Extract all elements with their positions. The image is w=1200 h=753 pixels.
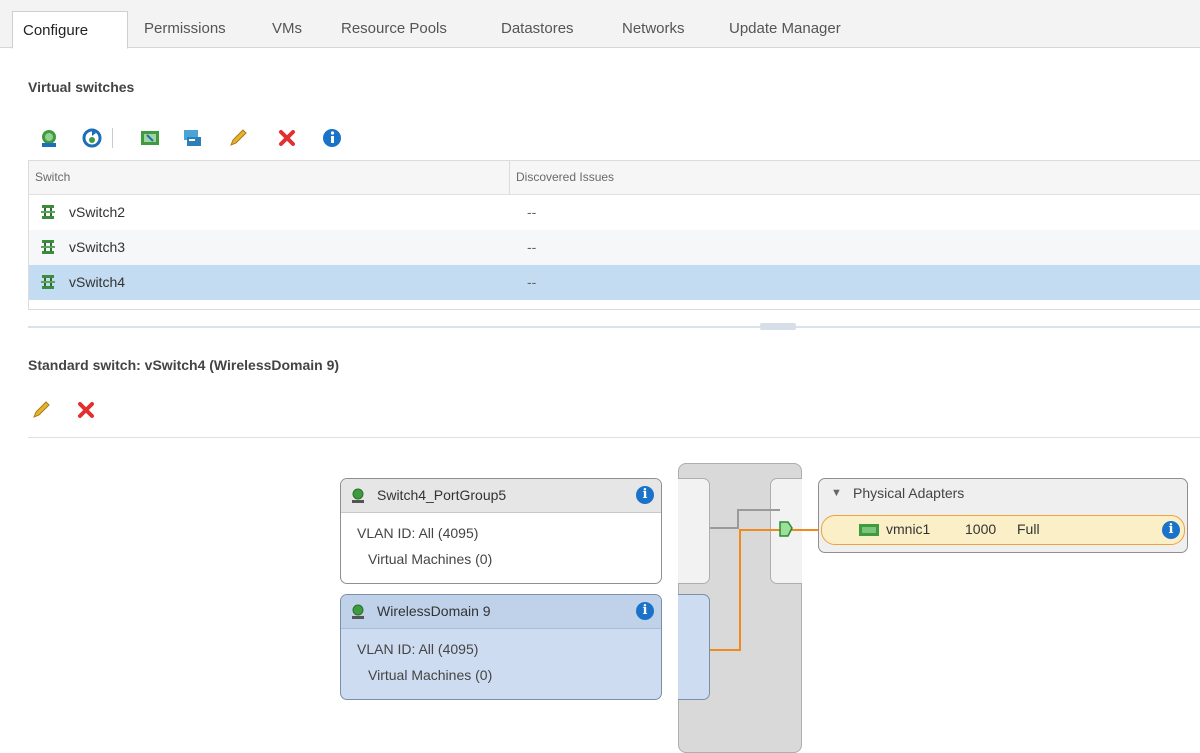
physical-adapters-title: Physical Adapters [853, 485, 965, 501]
table-row[interactable]: vSwitch3 -- [29, 230, 1200, 265]
network-adapter-icon [859, 524, 879, 536]
tab-update-manager[interactable]: Update Manager [719, 10, 851, 48]
delete-x-icon[interactable] [275, 126, 299, 150]
collapse-triangle-icon[interactable]: ▼ [831, 487, 842, 499]
discovered-issues-value: -- [527, 204, 537, 220]
switch-icon [41, 240, 55, 254]
adapter-name: vmnic1 [886, 521, 931, 537]
switch-icon [41, 275, 55, 289]
table-header: Switch Discovered Issues [29, 161, 1200, 195]
port-group-name: WirelessDomain 9 [377, 603, 491, 619]
column-header-discovered-issues[interactable]: Discovered Issues [510, 161, 614, 194]
connection-lines [710, 509, 830, 651]
standard-switch-title: Standard switch: vSwitch4 (WirelessDomai… [28, 357, 340, 373]
info-icon[interactable] [320, 126, 344, 150]
splitter-handle[interactable] [760, 323, 796, 330]
refresh-icon[interactable] [80, 126, 104, 150]
toolbar-divider [112, 128, 113, 148]
section-divider [28, 437, 1200, 438]
add-host-networking-icon[interactable] [138, 126, 162, 150]
switch-name: vSwitch2 [69, 204, 126, 220]
port-group-card-selected[interactable]: WirelessDomain 9 i VLAN ID: All (4095) V… [340, 594, 662, 700]
info-icon[interactable]: i [636, 602, 654, 620]
port-group-icon [352, 488, 364, 503]
virtual-switches-table: Switch Discovered Issues vSwitch2 -- vSw… [28, 160, 1200, 310]
vlan-id-label: VLAN ID: All (4095) [357, 525, 479, 541]
tab-resource-pools[interactable]: Resource Pools [331, 10, 457, 48]
edit-pencil-icon[interactable] [226, 126, 250, 150]
adapter-speed: 1000 [965, 521, 997, 537]
switch-name: vSwitch4 [69, 274, 126, 290]
port-group-name: Switch4_PortGroup5 [377, 487, 507, 503]
table-row[interactable]: vSwitch2 -- [29, 195, 1200, 230]
add-networking-icon[interactable] [38, 126, 62, 150]
port-group-icon [352, 604, 364, 619]
vlan-id-label: VLAN ID: All (4095) [357, 641, 479, 657]
tab-permissions[interactable]: Permissions [134, 10, 236, 48]
switch-icon [41, 205, 55, 219]
virtual-switches-title: Virtual switches [28, 79, 135, 95]
virtual-machines-label[interactable]: Virtual Machines (0) [368, 667, 492, 683]
delete-x-icon[interactable] [74, 398, 98, 422]
edit-pencil-icon[interactable] [29, 398, 53, 422]
info-icon[interactable]: i [636, 486, 654, 504]
tab-datastores[interactable]: Datastores [491, 10, 584, 48]
migrate-icon[interactable] [180, 126, 204, 150]
tab-networks[interactable]: Networks [612, 10, 695, 48]
tab-vms[interactable]: VMs [262, 10, 312, 48]
adapter-duplex: Full [1017, 521, 1040, 537]
switch-name: vSwitch3 [69, 239, 126, 255]
physical-adapters-panel: ▼ Physical Adapters vmnic1 1000 Full i [818, 478, 1188, 553]
tab-bar: Configure Permissions VMs Resource Pools… [0, 0, 1200, 49]
virtual-machines-label[interactable]: Virtual Machines (0) [368, 551, 492, 567]
info-icon[interactable]: i [1162, 521, 1180, 539]
tab-configure[interactable]: Configure [12, 11, 128, 49]
physical-adapter-row[interactable]: vmnic1 1000 Full i [821, 515, 1185, 545]
table-row-selected[interactable]: vSwitch4 -- [29, 265, 1200, 300]
splitter-line [28, 326, 1200, 328]
port-group-card[interactable]: Switch4_PortGroup5 i VLAN ID: All (4095)… [340, 478, 662, 584]
discovered-issues-value: -- [527, 239, 537, 255]
column-header-switch[interactable]: Switch [29, 161, 70, 194]
discovered-issues-value: -- [527, 274, 537, 290]
